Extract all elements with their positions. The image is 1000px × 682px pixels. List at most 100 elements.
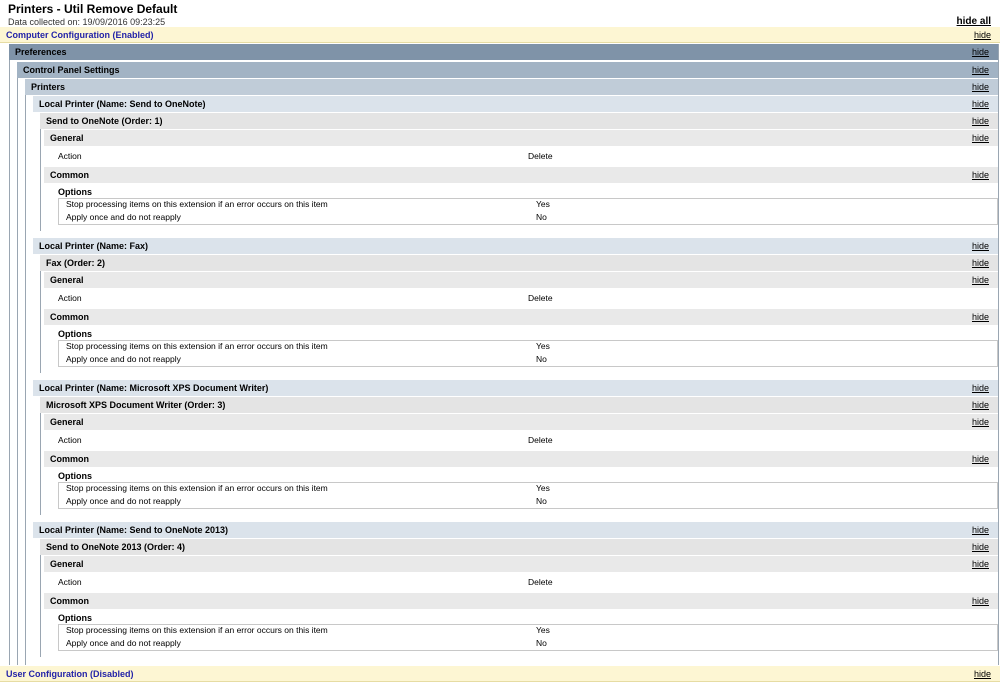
tree-line bbox=[25, 95, 26, 665]
options-title: Options bbox=[58, 329, 92, 339]
printers-section-label: Printers bbox=[31, 82, 66, 92]
control-panel-label: Control Panel Settings bbox=[23, 65, 120, 75]
local-printer-header-label: Local Printer (Name: Send to OneNote) bbox=[39, 99, 206, 109]
tree-line bbox=[17, 78, 18, 665]
general-section-header[interactable]: General hide bbox=[44, 414, 998, 430]
local-printer-header[interactable]: Local Printer (Name: Fax) hide bbox=[33, 238, 998, 254]
hide-link[interactable]: hide bbox=[972, 556, 989, 572]
printer-item-header[interactable]: Fax (Order: 2) hide bbox=[40, 255, 998, 271]
hide-link[interactable]: hide bbox=[972, 414, 989, 430]
common-section-header[interactable]: Common hide bbox=[44, 309, 998, 325]
hide-link[interactable]: hide bbox=[972, 79, 989, 95]
action-row bbox=[44, 573, 998, 591]
hide-link[interactable]: hide bbox=[972, 309, 989, 325]
action-label: Action bbox=[58, 577, 82, 587]
option-value: No bbox=[536, 638, 547, 648]
printer-item-header[interactable]: Microsoft XPS Document Writer (Order: 3)… bbox=[40, 397, 998, 413]
hide-link[interactable]: hide bbox=[972, 113, 989, 129]
tree-line bbox=[9, 60, 10, 665]
common-section-header-label: Common bbox=[50, 596, 89, 606]
hide-link[interactable]: hide bbox=[974, 666, 991, 682]
action-value: Delete bbox=[528, 577, 553, 587]
printer-item-header-label: Fax (Order: 2) bbox=[46, 258, 106, 268]
common-section-header-label: Common bbox=[50, 454, 89, 464]
option-label: Apply once and do not reapply bbox=[66, 354, 181, 364]
action-label: Action bbox=[58, 435, 82, 445]
tree-line bbox=[40, 113, 41, 231]
hide-link[interactable]: hide bbox=[972, 44, 989, 60]
option-label: Apply once and do not reapply bbox=[66, 638, 181, 648]
tree-line bbox=[40, 255, 41, 373]
preferences-header[interactable]: Preferences hide bbox=[9, 44, 998, 60]
hide-link[interactable]: hide bbox=[972, 397, 989, 413]
action-value: Delete bbox=[528, 151, 553, 161]
option-value: Yes bbox=[536, 341, 550, 351]
local-printer-header-label: Local Printer (Name: Microsoft XPS Docum… bbox=[39, 383, 269, 393]
hide-link[interactable]: hide bbox=[972, 238, 989, 254]
hide-link[interactable]: hide bbox=[972, 272, 989, 288]
common-section-header[interactable]: Common hide bbox=[44, 167, 998, 183]
hide-all-link[interactable]: hide all bbox=[957, 16, 991, 27]
control-panel-header[interactable]: Control Panel Settings hide bbox=[17, 62, 998, 78]
general-section-header[interactable]: General hide bbox=[44, 556, 998, 572]
option-value: Yes bbox=[536, 483, 550, 493]
action-row bbox=[44, 431, 998, 449]
local-printer-header[interactable]: Local Printer (Name: Send to OneNote 201… bbox=[33, 522, 998, 538]
common-section-header[interactable]: Common hide bbox=[44, 593, 998, 609]
local-printer-header[interactable]: Local Printer (Name: Microsoft XPS Docum… bbox=[33, 380, 998, 396]
printers-section-header[interactable]: Printers hide bbox=[25, 79, 998, 95]
options-title: Options bbox=[58, 187, 92, 197]
hide-link[interactable]: hide bbox=[972, 167, 989, 183]
option-label: Stop processing items on this extension … bbox=[66, 625, 328, 635]
option-value: No bbox=[536, 212, 547, 222]
user-config-header[interactable]: User Configuration (Disabled) hide bbox=[0, 666, 1000, 682]
general-section-header-label: General bbox=[50, 133, 84, 143]
option-value: No bbox=[536, 496, 547, 506]
action-label: Action bbox=[58, 293, 82, 303]
hide-link[interactable]: hide bbox=[972, 593, 989, 609]
hide-link[interactable]: hide bbox=[972, 130, 989, 146]
user-config-label: User Configuration (Disabled) bbox=[6, 669, 134, 679]
option-value: No bbox=[536, 354, 547, 364]
hide-link[interactable]: hide bbox=[974, 27, 991, 43]
general-section-header[interactable]: General hide bbox=[44, 130, 998, 146]
options-title: Options bbox=[58, 613, 92, 623]
hide-link[interactable]: hide bbox=[972, 522, 989, 538]
options-title: Options bbox=[58, 471, 92, 481]
local-printer-header-label: Local Printer (Name: Send to OneNote 201… bbox=[39, 525, 229, 535]
general-section-header-label: General bbox=[50, 275, 84, 285]
hide-link[interactable]: hide bbox=[972, 380, 989, 396]
local-printer-header[interactable]: Local Printer (Name: Send to OneNote) hid… bbox=[33, 96, 998, 112]
option-label: Apply once and do not reapply bbox=[66, 212, 181, 222]
option-label: Apply once and do not reapply bbox=[66, 496, 181, 506]
hide-link[interactable]: hide bbox=[972, 451, 989, 467]
option-value: Yes bbox=[536, 199, 550, 209]
local-printer-header-label: Local Printer (Name: Fax) bbox=[39, 241, 149, 251]
tree-line bbox=[40, 539, 41, 657]
option-label: Stop processing items on this extension … bbox=[66, 483, 328, 493]
computer-config-header[interactable]: Computer Configuration (Enabled) hide bbox=[0, 27, 1000, 43]
general-section-header[interactable]: General hide bbox=[44, 272, 998, 288]
common-section-header-label: Common bbox=[50, 170, 89, 180]
general-section-header-label: General bbox=[50, 417, 84, 427]
action-row bbox=[44, 147, 998, 165]
hide-link[interactable]: hide bbox=[972, 96, 989, 112]
common-section-header[interactable]: Common hide bbox=[44, 451, 998, 467]
page-title: Printers - Util Remove Default bbox=[8, 2, 178, 16]
preferences-label: Preferences bbox=[15, 47, 67, 57]
hide-link[interactable]: hide bbox=[972, 539, 989, 555]
option-value: Yes bbox=[536, 625, 550, 635]
general-section-header-label: General bbox=[50, 559, 84, 569]
printer-item-header[interactable]: Send to OneNote 2013 (Order: 4) hide bbox=[40, 539, 998, 555]
printer-item-header-label: Microsoft XPS Document Writer (Order: 3) bbox=[46, 400, 226, 410]
hide-link[interactable]: hide bbox=[972, 255, 989, 271]
action-value: Delete bbox=[528, 435, 553, 445]
printer-item-header[interactable]: Send to OneNote (Order: 1) hide bbox=[40, 113, 998, 129]
action-row bbox=[44, 289, 998, 307]
computer-config-label: Computer Configuration (Enabled) bbox=[6, 30, 154, 40]
hide-link[interactable]: hide bbox=[972, 62, 989, 78]
option-label: Stop processing items on this extension … bbox=[66, 341, 328, 351]
data-collected-text: Data collected on: 19/09/2016 09:23:25 bbox=[8, 17, 166, 27]
common-section-header-label: Common bbox=[50, 312, 89, 322]
tree-line bbox=[40, 397, 41, 515]
